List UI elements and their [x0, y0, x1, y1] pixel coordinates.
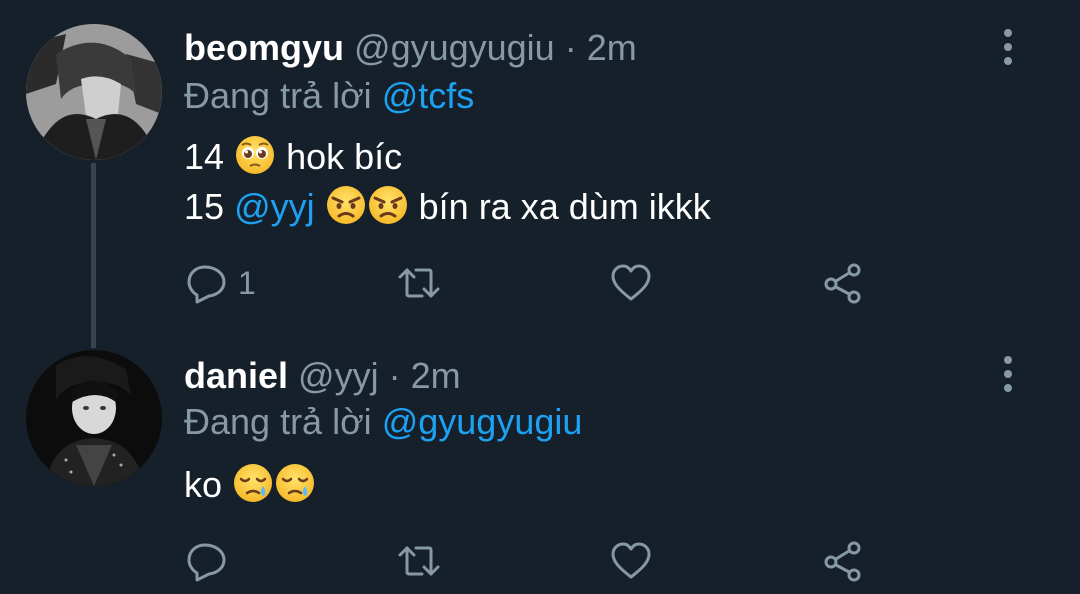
pleading-face-emoji — [236, 136, 275, 174]
like-button[interactable] — [608, 258, 654, 308]
tweet-text-line: ko — [184, 460, 316, 510]
text-segment: bín ra xa dùm ikkk — [418, 186, 711, 227]
share-icon — [824, 263, 861, 304]
timestamp[interactable]: 2m — [411, 355, 461, 396]
thread-line — [91, 163, 96, 348]
like-icon — [611, 542, 651, 579]
angry-face-emoji — [368, 186, 407, 224]
replying-to: Đang trả lời @gyugyugiu — [184, 400, 582, 444]
angry-face-emoji — [326, 186, 365, 224]
text-segment: ko — [184, 464, 223, 505]
user-handle[interactable]: @yyj — [298, 355, 379, 396]
timestamp[interactable]: 2m — [587, 27, 637, 68]
action-bar: 1 — [0, 258, 1080, 308]
retweet-icon — [398, 268, 440, 298]
like-icon — [611, 264, 651, 301]
separator-dot: · — [564, 27, 577, 68]
like-button[interactable] — [608, 536, 654, 586]
text-segment: 15 — [184, 186, 225, 227]
tweet-beomgyu[interactable]: beomgyu @gyugyugiu · 2m Đang trả lời @tc… — [0, 0, 1080, 348]
share-button[interactable] — [820, 536, 866, 586]
replying-to-mention[interactable]: @tcfs — [382, 75, 475, 116]
tweet-header: daniel @yyj · 2m — [184, 354, 461, 398]
mention-link[interactable]: @yyj — [234, 186, 315, 227]
share-icon — [824, 541, 861, 582]
user-handle[interactable]: @gyugyugiu — [354, 27, 555, 68]
retweet-button[interactable] — [396, 258, 442, 308]
reply-icon — [187, 265, 226, 304]
reply-button[interactable] — [184, 536, 238, 586]
more-vertical-icon[interactable] — [996, 354, 1020, 394]
text-segment: hok bíc — [286, 136, 403, 177]
replying-to-label: Đang trả lời — [184, 75, 372, 116]
tweet-text: 14 hok bíc 15 @yyj bín ra xa dùm ikkk — [184, 132, 711, 232]
replying-to-mention[interactable]: @gyugyugiu — [382, 401, 583, 442]
reply-button[interactable]: 1 — [184, 258, 256, 308]
retweet-button[interactable] — [396, 536, 442, 586]
action-bar — [0, 536, 1080, 586]
share-button[interactable] — [820, 258, 866, 308]
replying-to-label: Đang trả lời — [184, 401, 372, 442]
tweet-text-line: 15 @yyj bín ra xa dùm ikkk — [184, 182, 711, 232]
reply-icon — [187, 543, 226, 582]
replying-to: Đang trả lời @tcfs — [184, 74, 474, 118]
tweet-text-line: 14 hok bíc — [184, 132, 711, 182]
display-name[interactable]: beomgyu — [184, 27, 344, 68]
tweet-daniel[interactable]: daniel @yyj · 2m Đang trả lời @gyugyugiu… — [0, 340, 1080, 594]
more-vertical-icon[interactable] — [996, 27, 1020, 67]
separator-dot: · — [388, 355, 401, 396]
avatar[interactable] — [26, 350, 162, 486]
text-segment: 14 — [184, 136, 225, 177]
retweet-icon — [398, 546, 440, 576]
avatar[interactable] — [26, 24, 162, 160]
sad-relieved-face-emoji — [276, 464, 315, 502]
reply-count: 1 — [238, 264, 256, 301]
tweet-text: ko — [184, 460, 316, 510]
sad-relieved-face-emoji — [234, 464, 273, 502]
display-name[interactable]: daniel — [184, 355, 288, 396]
tweet-header: beomgyu @gyugyugiu · 2m — [184, 26, 637, 70]
